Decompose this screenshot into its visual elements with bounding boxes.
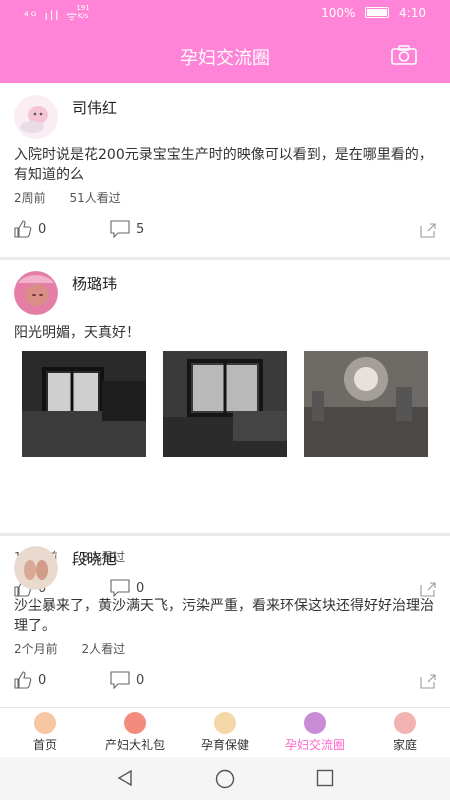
avatar[interactable]: [14, 546, 58, 590]
home-icon: [34, 712, 56, 734]
baby-avatar-image: [14, 95, 58, 139]
back-icon[interactable]: [116, 769, 134, 787]
camera-icon[interactable]: [391, 45, 417, 65]
share-icon[interactable]: [420, 673, 436, 689]
view-count: 51人看过: [69, 191, 121, 205]
newborn-avatar-image: [14, 271, 58, 315]
post-photo[interactable]: [22, 351, 146, 457]
family-icon: [394, 712, 416, 734]
pregnant-icon: [214, 712, 236, 734]
post-actions: 0 0: [14, 671, 436, 693]
tab-gift-package[interactable]: 产妇大礼包: [90, 708, 180, 758]
home-nav-icon[interactable]: [215, 769, 235, 789]
bottom-tab-bar: 首页 产妇大礼包 孕育保健 孕妇交流圈 家庭: [0, 707, 450, 758]
post-item[interactable]: 段晓旭 沙尘暴来了，黄沙满天飞，污染严重，看来环保这块还得好好治理治理了。 2个…: [0, 536, 450, 707]
post-photo[interactable]: [304, 351, 428, 457]
network-speed: 191 K/s: [76, 4, 90, 20]
view-count: 2人看过: [81, 642, 126, 656]
tab-family[interactable]: 家庭: [360, 708, 450, 758]
post-item[interactable]: 杨璐玮 阳光明媚，天真好！ 8人看过 0: [0, 260, 450, 597]
comment-button[interactable]: 0: [110, 671, 144, 689]
comment-icon: [110, 671, 130, 689]
status-right: 100% 4:10: [321, 6, 426, 20]
post-meta: 2个月前 2人看过: [14, 640, 145, 657]
like-button[interactable]: 0: [14, 220, 46, 238]
tab-label: 孕妇交流圈: [284, 738, 345, 752]
status-bar: ⁴ᴳ ıll ᯤ 191 K/s 100% 4:10: [0, 0, 450, 28]
post-text: 入院时说是花200元录宝宝生产时的映像可以看到，是在哪里看的，有知道的么: [14, 147, 433, 183]
thumbs-up-icon: [14, 671, 32, 689]
tab-label: 首页: [32, 738, 57, 752]
author-name[interactable]: 杨璐玮: [72, 273, 117, 294]
post-photo[interactable]: [163, 351, 287, 457]
gift-icon: [124, 712, 146, 734]
recents-icon[interactable]: [316, 769, 334, 787]
comment-icon: [110, 220, 130, 238]
post-time: 2周前: [14, 191, 46, 205]
clock: 4:10: [399, 6, 426, 20]
like-button[interactable]: 0: [14, 671, 46, 689]
app-header: 孕妇交流圈: [0, 28, 450, 83]
avatar[interactable]: [14, 271, 58, 315]
post-text: 沙尘暴来了，黄沙满天飞，污染严重，看来环保这块还得好好治理治理了。: [14, 598, 434, 634]
baby-feet-avatar-image: [14, 546, 58, 590]
author-name[interactable]: 司伟红: [72, 97, 117, 118]
post-feed[interactable]: 司伟红 入院时说是花200元录宝宝生产时的映像可以看到，是在哪里看的，有知道的么…: [0, 83, 450, 707]
comment-button[interactable]: 5: [110, 220, 144, 238]
tab-pregnancy-care[interactable]: 孕育保健: [180, 708, 270, 758]
community-icon: [304, 712, 326, 734]
like-count: 0: [38, 672, 47, 688]
tab-label: 孕育保健: [200, 738, 249, 752]
page-title: 孕妇交流圈: [180, 48, 270, 69]
post-text: 阳光明媚，天真好！: [14, 325, 140, 341]
share-icon[interactable]: [420, 222, 436, 238]
thumbs-up-icon: [14, 220, 32, 238]
post-actions: 0 5: [14, 220, 436, 242]
photo-grid: [22, 351, 428, 457]
avatar[interactable]: [14, 95, 58, 139]
tab-community[interactable]: 孕妇交流圈: [270, 708, 360, 758]
comment-count: 0: [136, 672, 145, 688]
post-time: 2个月前: [14, 642, 58, 656]
post-item[interactable]: 司伟红 入院时说是花200元录宝宝生产时的映像可以看到，是在哪里看的，有知道的么…: [0, 83, 450, 257]
tab-label: 家庭: [392, 738, 417, 752]
signal-indicator: ⁴ᴳ ıll ᯤ: [24, 9, 80, 23]
battery-percent: 100%: [321, 6, 356, 20]
tab-label: 产妇大礼包: [104, 738, 165, 752]
like-count: 0: [38, 221, 47, 237]
system-nav-bar: [0, 757, 450, 800]
post-meta: 2周前 51人看过: [14, 189, 141, 206]
comment-count: 5: [136, 221, 145, 237]
author-name[interactable]: 段晓旭: [72, 548, 117, 569]
tab-home[interactable]: 首页: [0, 708, 90, 758]
battery-icon: [365, 7, 390, 18]
